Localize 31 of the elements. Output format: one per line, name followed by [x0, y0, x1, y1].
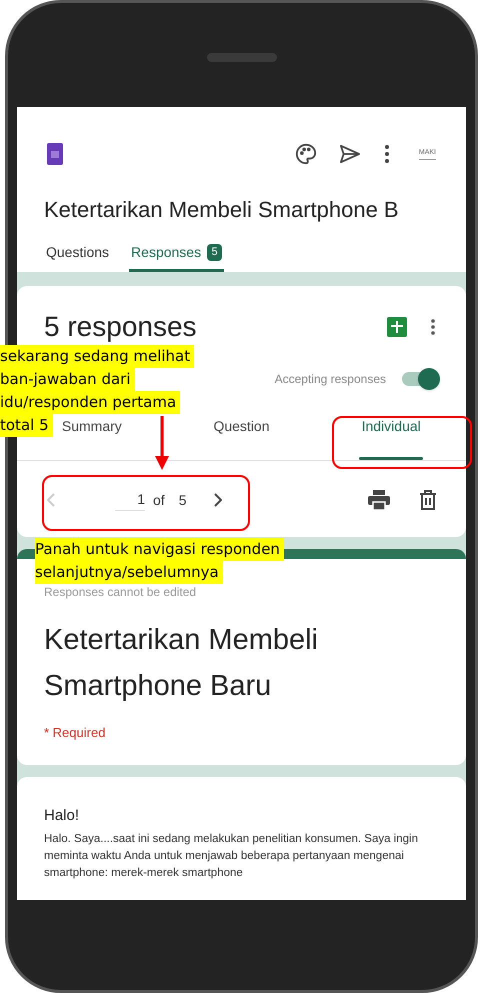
- form-title: Ketertarikan Membeli Smartphone B: [43, 196, 400, 224]
- responses-count: 5 responses: [44, 310, 198, 344]
- accepting-toggle[interactable]: [400, 368, 440, 390]
- next-button[interactable]: [214, 493, 222, 507]
- accepting-label: Accepting responses: [274, 371, 386, 388]
- trash-icon[interactable]: [420, 490, 436, 510]
- section-heading: Halo!: [44, 806, 80, 826]
- required-note: * Required: [44, 724, 106, 742]
- pager-of-label: of: [153, 490, 165, 510]
- view-tab[interactable]: Individual: [355, 414, 428, 460]
- palette-icon[interactable]: [294, 143, 317, 165]
- annotation-callout: Panah untuk navigasi responden selanjutnya/sebelumnya: [35, 538, 284, 584]
- read-only-note: Responses cannot be edited: [44, 584, 198, 601]
- speaker-slot: [206, 53, 276, 62]
- more-icon[interactable]: [384, 145, 389, 163]
- chevron-right-icon: [214, 493, 222, 507]
- form-tab[interactable]: Questions: [44, 236, 112, 272]
- view-tab[interactable]: Question: [206, 414, 278, 460]
- pager-total: 5: [178, 490, 186, 510]
- forms-app-icon: [47, 143, 63, 165]
- count-badge: 5: [207, 244, 222, 261]
- send-icon[interactable]: [338, 144, 361, 164]
- annotation-arrow: [155, 416, 169, 470]
- print-icon[interactable]: [368, 490, 390, 510]
- spreadsheet-icon[interactable]: [387, 317, 407, 337]
- chevron-left-icon: [47, 493, 55, 507]
- more-icon[interactable]: [431, 319, 435, 335]
- page-number-field[interactable]: 1: [115, 489, 145, 511]
- view-tab[interactable]: Summary: [56, 414, 128, 460]
- response-title: Ketertarikan Membeli Smartphone Baru: [44, 623, 319, 704]
- section-description: Halo. Saya....saat ini sedang melakukan penelitian konsumen. Saya ingin meminta waktu Anda untuk menjawab beberapa pertanyaan mengenai smartphone: merek-merek smartphone: [44, 832, 419, 881]
